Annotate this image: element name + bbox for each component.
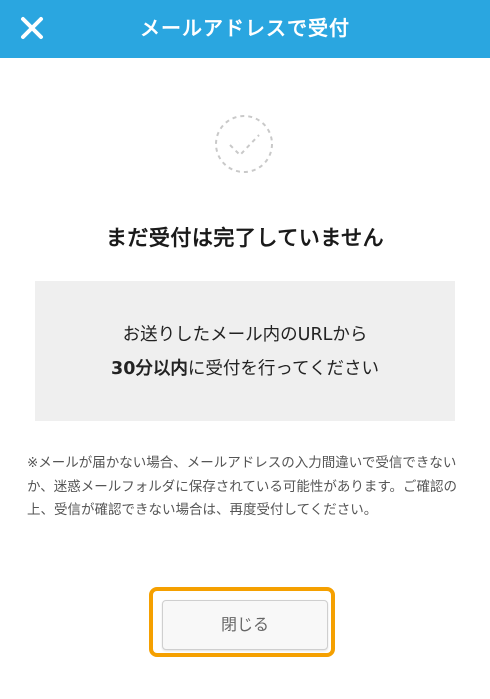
instruction-line-1: お送りしたメール内のURLから [122, 325, 368, 345]
instruction-line-2-rest: に受付を行ってください [187, 359, 379, 379]
status-heading: まだ受付は完了していません [105, 226, 385, 250]
instruction-line-2: 30分以内に受付を行ってください [35, 355, 455, 380]
instruction-box: お送りしたメール内のURLから 30分以内に受付を行ってください [35, 281, 455, 421]
header-bar: メールアドレスで受付 [0, 0, 490, 58]
dashed-check-circle-icon [213, 113, 275, 175]
time-limit-text: 30分以内 [111, 359, 188, 379]
close-button[interactable]: 閉じる [162, 600, 328, 650]
header-title: メールアドレスで受付 [140, 16, 350, 40]
notice-text: ※メールが届かない場合、メールアドレスの入力間違いで受信できないか、迷惑メールフ… [27, 455, 457, 518]
